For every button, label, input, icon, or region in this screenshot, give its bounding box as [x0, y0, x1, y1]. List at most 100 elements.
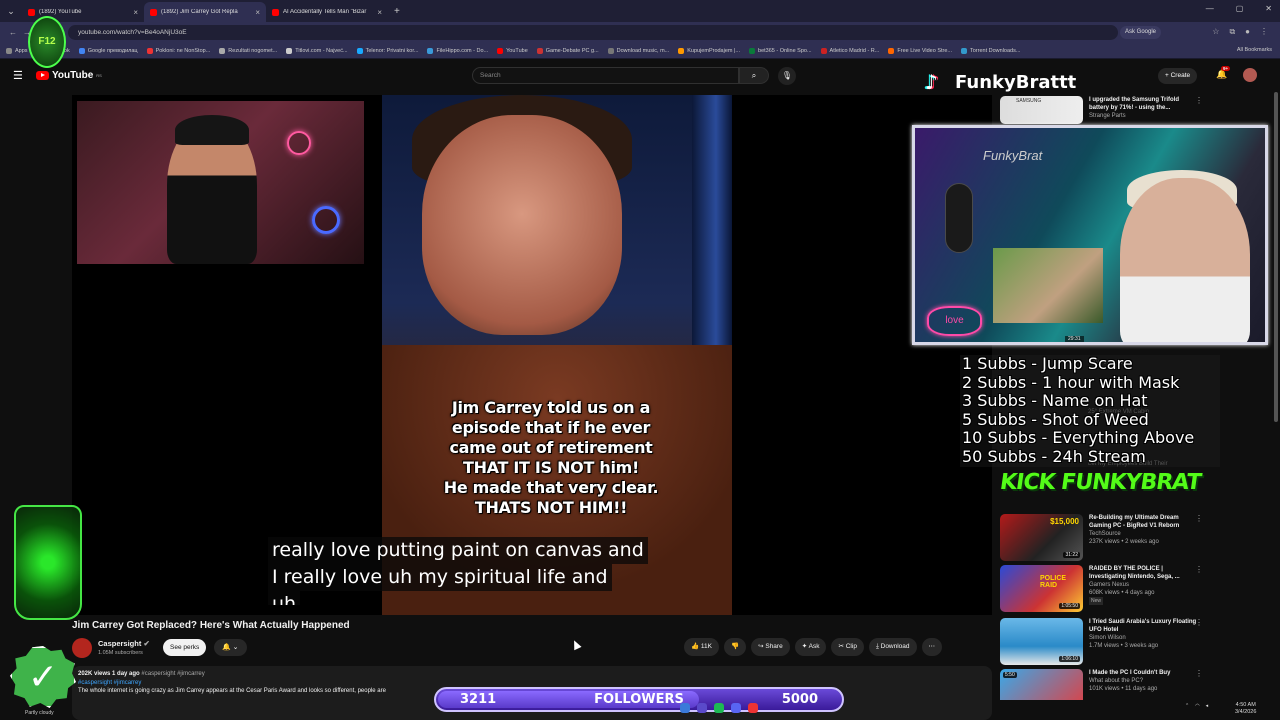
system-tray: ⌃ ◠ ◂ — [1185, 703, 1208, 709]
browser-tab[interactable]: AI Accidentally Tells Man "Bizar × — [266, 2, 388, 22]
see-perks-button[interactable]: See perks — [163, 639, 207, 656]
chevron-up-icon[interactable]: ⌃ — [1185, 703, 1189, 709]
all-bookmarks[interactable]: All Bookmarks — [1237, 47, 1272, 53]
browser-tab-active[interactable]: (1892) Jim Carrey Got Repla × — [144, 2, 266, 22]
bookmark-icon — [356, 47, 363, 54]
back-icon[interactable]: ← — [6, 28, 20, 37]
channel-avatar[interactable] — [72, 638, 92, 658]
bookmark[interactable]: FileHippo.com - Do... — [427, 47, 488, 54]
youtube-icon — [497, 47, 504, 54]
youtube-logo[interactable]: YouTube RS — [36, 70, 102, 81]
bookmark[interactable]: Atletico Madrid - R... — [820, 47, 879, 54]
tab-title: (1892) YouTube — [39, 9, 82, 15]
recommended-video[interactable]: SAMSUNG I upgraded the Samsung Trifold b… — [1000, 96, 1210, 124]
recommended-video[interactable]: 5:50 I Made the PC I Couldn't Buy What ab… — [1000, 669, 1210, 700]
hamburger-menu-icon[interactable]: ☰ — [13, 69, 23, 82]
video-info: Re-Building my Ultimate Dream Gaming PC … — [1089, 515, 1180, 545]
translate-icon — [78, 47, 85, 54]
more-icon[interactable]: ⋮ — [1195, 96, 1203, 105]
mouse-cursor-icon — [570, 638, 582, 651]
ask-google-button[interactable]: Ask Google — [1120, 26, 1162, 39]
subject-face — [422, 115, 622, 335]
spotify-icon[interactable] — [714, 703, 724, 713]
bookmark[interactable]: Free Live Video Stre... — [888, 47, 952, 54]
thumbs-up-icon: 👍 — [691, 643, 700, 650]
bookmark[interactable]: Game-Debate PC g... — [536, 47, 599, 54]
neon-love-sign: love — [927, 306, 982, 336]
more-icon[interactable]: ⋮ — [1195, 618, 1203, 627]
bookmark[interactable]: KupujemProdajem |... — [678, 47, 740, 54]
discord-icon[interactable] — [731, 703, 741, 713]
minimize-icon[interactable]: — — [1206, 4, 1214, 13]
record-icon[interactable] — [748, 703, 758, 713]
recommended-video[interactable]: $15,000 31:22 Re-Building my Ultimate Dre… — [1000, 514, 1210, 564]
video-thumbnail: SAMSUNG — [1000, 96, 1083, 124]
verified-icon: ✔ — [143, 639, 150, 648]
video-player[interactable]: Jim Carrey told us on a episode that if … — [72, 95, 992, 615]
more-icon[interactable]: ⋮ — [1195, 514, 1203, 523]
video-overlay-text: Jim Carrey told us on a episode that if … — [443, 398, 659, 517]
video-title: Jim Carrey Got Replaced? Here's What Act… — [72, 620, 350, 631]
download-icon: ⤓ — [875, 643, 879, 650]
more-icon[interactable]: ⋮ — [1195, 669, 1203, 678]
share-button[interactable]: ↪ Share — [751, 638, 790, 656]
bookmark[interactable]: Pokloni: ne NonStop... — [146, 47, 210, 54]
channel-name[interactable]: Caspersight ✔ — [98, 639, 150, 648]
recommended-video[interactable]: 1:06:10 I Tried Saudi Arabia's Luxury Fl… — [1000, 618, 1210, 668]
bookmark[interactable]: bet365 - Online Spo... — [749, 47, 812, 54]
more-actions-button[interactable]: ⋯ — [921, 638, 943, 656]
reactor-cap — [175, 115, 249, 145]
close-icon[interactable]: × — [377, 8, 382, 17]
bookmark[interactable]: Torrent Downloads... — [961, 47, 1020, 54]
system-clock[interactable]: 4:50 AM 3/4/2026 — [1235, 702, 1256, 716]
notification-count-badge: 9+ — [1221, 66, 1231, 71]
subscription-bell-button[interactable]: 🔔 ⌄ — [214, 639, 247, 656]
clip-button[interactable]: ✂ Clip — [831, 638, 864, 656]
app-icon[interactable] — [697, 703, 707, 713]
followers-current: 3211 — [460, 692, 497, 707]
bookmark[interactable]: Rezultati nogomet... — [219, 47, 277, 54]
wifi-icon[interactable]: ◠ — [1195, 703, 1199, 709]
address-bar[interactable]: youtube.com/watch?v=Be4oANjU3oE — [68, 25, 1118, 40]
new-tab-icon[interactable]: + — [394, 6, 400, 17]
bookmark[interactable]: Apps — [6, 47, 28, 54]
microphone-icon[interactable]: 🎙 — [778, 67, 796, 85]
maximize-icon[interactable]: ▢ — [1236, 4, 1244, 13]
close-icon[interactable]: × — [133, 8, 138, 17]
bookmark[interactable]: Download music, m... — [607, 47, 669, 54]
recommended-video[interactable]: POLICE RAID 1:05:50 RAIDED BY THE POLICE … — [1000, 565, 1210, 615]
sidebar-scrollbar[interactable] — [1274, 92, 1278, 422]
youtube-favicon-icon — [28, 8, 35, 16]
ask-button[interactable]: ✦ Ask — [794, 638, 827, 656]
video-actions: 👍 11K 👎 ↪ Share ✦ Ask ✂ Clip ⤓ Download … — [684, 638, 943, 656]
tab-title: AI Accidentally Tells Man "Bizar — [283, 9, 367, 15]
tab-search-icon[interactable]: ⌄ — [0, 0, 22, 22]
extensions-icon[interactable]: ⧉ — [1229, 27, 1235, 37]
account-avatar[interactable] — [1243, 68, 1257, 82]
star-icon[interactable]: ☆ — [1212, 27, 1219, 37]
create-button[interactable]: + Create — [1158, 68, 1198, 84]
search-icon[interactable]: ⌕ — [739, 67, 769, 84]
cam-timestamp: 29:31 — [1065, 336, 1084, 342]
weather-widget: Partly cloudy — [25, 710, 54, 716]
dislike-button[interactable]: 👎 — [724, 638, 747, 656]
video-tags[interactable]: #caspersight #jimcarrey — [78, 679, 986, 688]
bookmark[interactable]: YouTube — [497, 47, 528, 54]
notifications-icon[interactable]: 🔔 9+ — [1216, 66, 1231, 80]
more-icon[interactable]: ⋮ — [1195, 565, 1203, 574]
search-input[interactable]: Search — [472, 67, 739, 84]
close-icon[interactable]: × — [255, 8, 260, 17]
youtube-favicon-icon — [272, 8, 279, 16]
profile-icon[interactable]: ● — [1245, 27, 1250, 37]
download-button[interactable]: ⤓ Download — [868, 638, 917, 656]
bookmark[interactable]: Titlovi.com - Najveć... — [286, 47, 348, 54]
sparkle-icon: ✦ — [801, 643, 808, 650]
bookmark[interactable]: Google преводилац — [78, 47, 138, 54]
volume-icon[interactable]: ◂ — [1206, 703, 1209, 709]
bookmark[interactable]: Telenor: Privatni kor... — [356, 47, 418, 54]
close-window-icon[interactable]: ✕ — [1265, 4, 1272, 13]
menu-icon[interactable]: ⋮ — [1260, 27, 1268, 37]
followers-label: FOLLOWERS — [594, 692, 684, 707]
like-button[interactable]: 👍 11K — [684, 638, 719, 656]
tab-title: (1892) Jim Carrey Got Repla — [161, 9, 238, 15]
